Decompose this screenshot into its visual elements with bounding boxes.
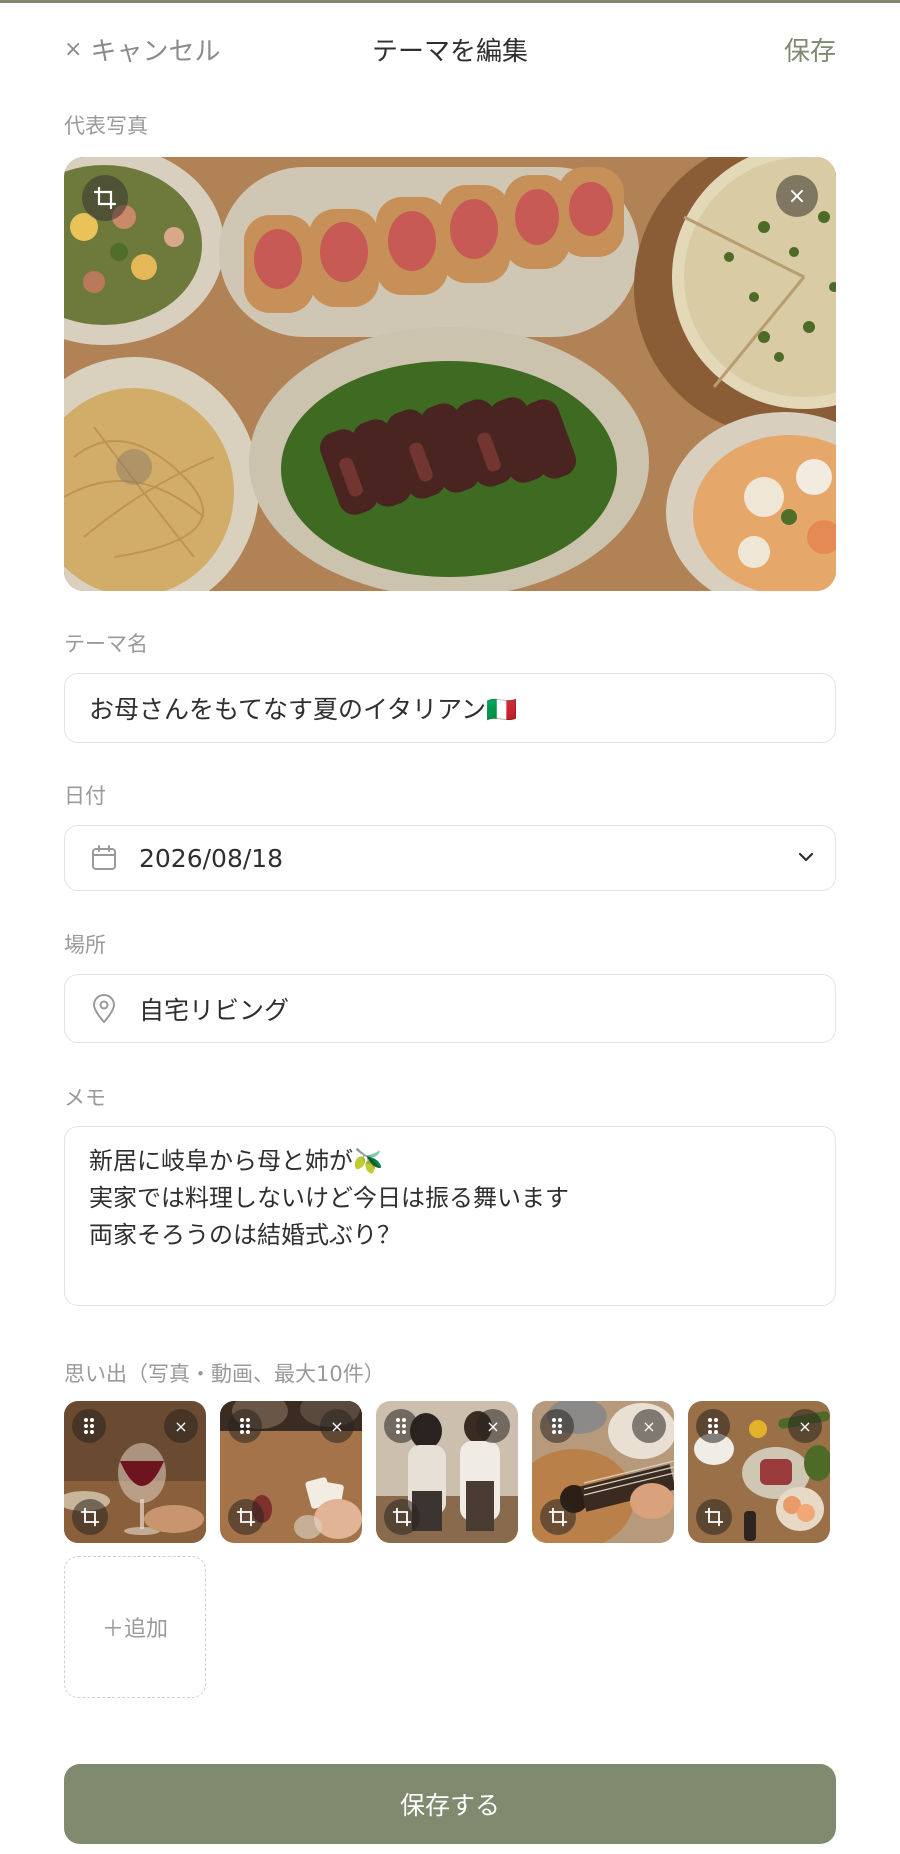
drag-handle-icon[interactable] [72, 1409, 106, 1443]
memory-remove-button[interactable]: × [320, 1409, 354, 1443]
close-icon: × [486, 1416, 500, 1436]
cover-remove-button[interactable]: × [776, 175, 818, 217]
save-button-label: 保存する [399, 1791, 500, 1820]
calendar-icon [89, 843, 119, 873]
add-memory-label: ＋追加 [101, 1617, 168, 1642]
memory-thumb-4[interactable]: × [532, 1401, 674, 1543]
close-icon: × [787, 183, 807, 209]
memo-line: 両家そろうのは結婚式ぶり？ [89, 1221, 401, 1249]
cover-photo-image [64, 157, 836, 591]
cover-crop-button[interactable] [82, 175, 128, 221]
cover-photo-label: 代表写真 [64, 114, 148, 138]
memory-thumb-1[interactable]: × [64, 1401, 206, 1543]
drag-handle-icon[interactable] [540, 1409, 574, 1443]
close-icon: × [174, 1416, 188, 1436]
memo-textarea[interactable]: 新居に岐阜から母と姉が🫒 実家では料理しないけど今日は振る舞います 両家そろうの… [64, 1126, 836, 1306]
crop-icon [704, 1507, 724, 1527]
place-input[interactable]: 自宅リビング [64, 974, 836, 1043]
save-link-button[interactable]: 保存 [784, 31, 836, 68]
memory-thumb-5[interactable]: × [688, 1401, 830, 1543]
memo-label: メモ [64, 1086, 106, 1110]
memory-remove-button[interactable]: × [476, 1409, 510, 1443]
location-pin-icon [89, 993, 119, 1024]
close-icon: × [330, 1416, 344, 1436]
save-button[interactable]: 保存する [64, 1764, 836, 1844]
drag-handle-icon[interactable] [228, 1409, 262, 1443]
memory-crop-button[interactable] [384, 1499, 420, 1535]
cancel-label: キャンセル [90, 36, 221, 67]
memory-crop-button[interactable] [72, 1499, 108, 1535]
memory-remove-button[interactable]: × [632, 1409, 666, 1443]
place-label: 場所 [64, 933, 106, 957]
memory-remove-button[interactable]: × [788, 1409, 822, 1443]
place-value: 自宅リビング [139, 995, 290, 1025]
crop-icon [392, 1507, 412, 1527]
memo-line: 実家では料理しないけど今日は振る舞います [89, 1184, 569, 1212]
memory-thumb-2[interactable]: × [220, 1401, 362, 1543]
crop-icon [548, 1507, 568, 1527]
cover-photo[interactable]: × [64, 157, 836, 591]
memory-thumb-3[interactable]: × [376, 1401, 518, 1543]
page-title: テーマを編集 [371, 36, 529, 67]
cancel-button[interactable]: × キャンセル [64, 31, 220, 68]
memo-line: 新居に岐阜から母と姉が🫒 [89, 1147, 383, 1175]
close-icon: × [64, 36, 83, 62]
memory-remove-button[interactable]: × [164, 1409, 198, 1443]
add-memory-button[interactable]: ＋追加 [64, 1556, 206, 1698]
memory-crop-button[interactable] [696, 1499, 732, 1535]
drag-handle-icon[interactable] [696, 1409, 730, 1443]
close-icon: × [642, 1416, 656, 1436]
memories-label: 思い出（写真・動画、最大10件） [64, 1362, 385, 1386]
chevron-down-icon [795, 846, 817, 872]
memories-grid: × × × × × [64, 1401, 844, 1543]
theme-name-label: テーマ名 [64, 632, 148, 656]
memory-crop-button[interactable] [540, 1499, 576, 1535]
date-value: 2026/08/18 [139, 843, 284, 873]
crop-icon [93, 186, 117, 210]
close-icon: × [798, 1416, 812, 1436]
drag-handle-icon[interactable] [384, 1409, 418, 1443]
header: × キャンセル テーマを編集 保存 [64, 24, 836, 74]
crop-icon [236, 1507, 256, 1527]
theme-name-value: お母さんをもてなす夏のイタリアン🇮🇹 [89, 695, 518, 724]
crop-icon [80, 1507, 100, 1527]
top-accent-line [0, 0, 900, 3]
date-select[interactable]: 2026/08/18 [64, 825, 836, 891]
date-label: 日付 [64, 784, 106, 808]
theme-name-input[interactable]: お母さんをもてなす夏のイタリアン🇮🇹 [64, 673, 836, 743]
memory-crop-button[interactable] [228, 1499, 264, 1535]
